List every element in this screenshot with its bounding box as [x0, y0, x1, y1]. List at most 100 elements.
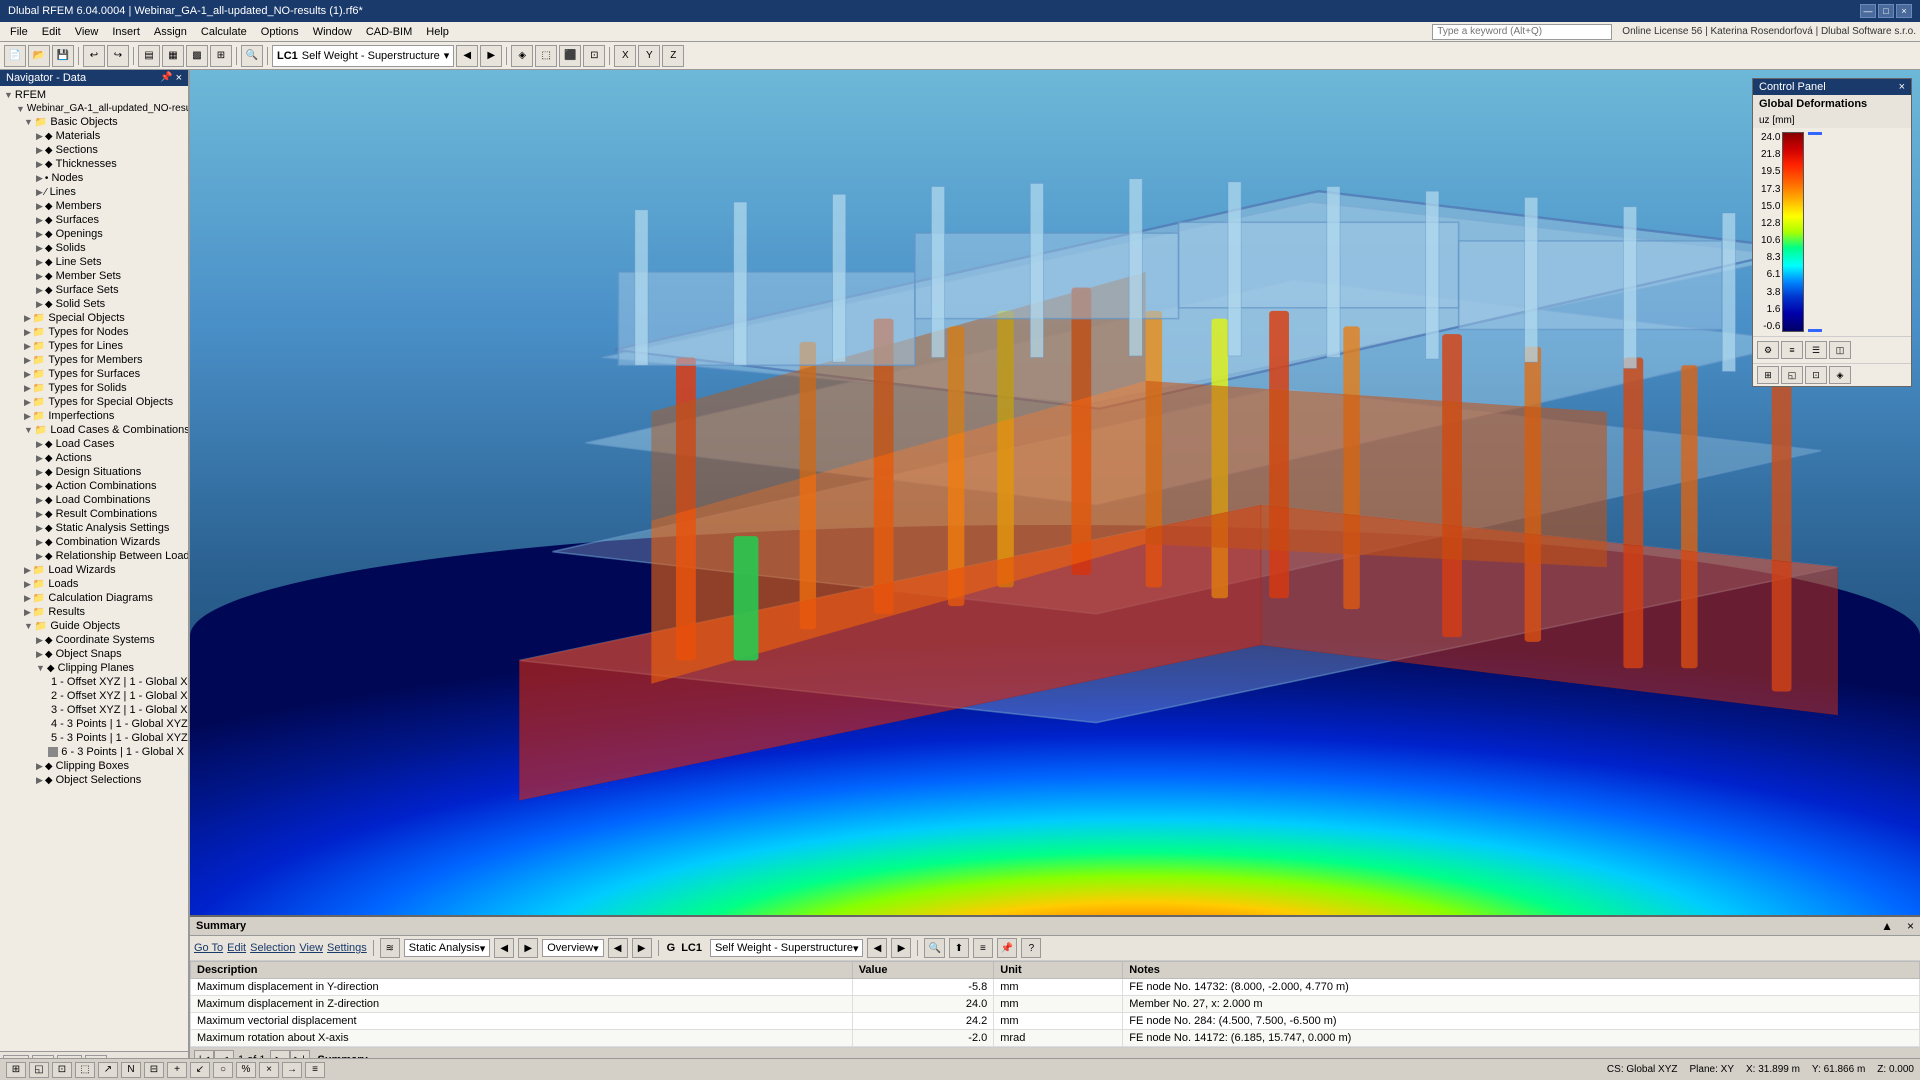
- cp-view-btn[interactable]: ◫: [1829, 341, 1851, 359]
- undo-button[interactable]: ↩: [83, 45, 105, 67]
- sb-btn3[interactable]: ⊡: [52, 1062, 72, 1078]
- sb-btn11[interactable]: %: [236, 1062, 256, 1078]
- sb-btn1[interactable]: ⊞: [6, 1062, 26, 1078]
- menu-calculate[interactable]: Calculate: [195, 25, 253, 39]
- close-button[interactable]: ×: [1896, 4, 1912, 18]
- nav-types-surfaces[interactable]: ▶📁Types for Surfaces: [0, 367, 188, 381]
- nav-surfaces[interactable]: ▶◆Surfaces: [0, 213, 188, 227]
- axis-x[interactable]: X: [614, 45, 636, 67]
- cp-render-btn[interactable]: ◱: [1781, 366, 1803, 384]
- sb-btn12[interactable]: ×: [259, 1062, 279, 1078]
- bp-help-btn[interactable]: ?: [1021, 938, 1041, 958]
- menu-assign[interactable]: Assign: [148, 25, 193, 39]
- render-btn-4[interactable]: ⊡: [583, 45, 605, 67]
- nav-arrow-project[interactable]: ▼: [16, 104, 25, 114]
- bp-lc-prev[interactable]: ◀: [867, 938, 887, 958]
- nav-sections[interactable]: ▶◆Sections: [0, 143, 188, 157]
- nav-close[interactable]: ×: [176, 72, 182, 84]
- nav-project[interactable]: ▼ Webinar_GA-1_all-updated_NO-resul: [0, 102, 188, 115]
- nav-load-cases[interactable]: ▶◆Load Cases: [0, 437, 188, 451]
- nav-clip-1[interactable]: 1 - Offset XYZ | 1 - Global X: [0, 675, 188, 689]
- cp-list-btn[interactable]: ☰: [1805, 341, 1827, 359]
- render-btn-3[interactable]: ⬛: [559, 45, 581, 67]
- nav-special-objects[interactable]: ▶📁Special Objects: [0, 311, 188, 325]
- nav-clip-6[interactable]: 6 - 3 Points | 1 - Global X: [0, 745, 188, 759]
- bp-next[interactable]: ▶: [518, 938, 538, 958]
- axis-z[interactable]: Z: [662, 45, 684, 67]
- menu-help[interactable]: Help: [420, 25, 455, 39]
- keyword-search[interactable]: [1432, 24, 1612, 40]
- cp-color-btn[interactable]: ⊡: [1805, 366, 1827, 384]
- goto-btn[interactable]: Go To: [194, 942, 223, 954]
- new-button[interactable]: 📄: [4, 45, 26, 67]
- viewport-3d[interactable]: Control Panel × Global Deformations uz […: [190, 70, 1920, 1080]
- cp-extra-btn[interactable]: ◈: [1829, 366, 1851, 384]
- nav-types-members[interactable]: ▶📁Types for Members: [0, 353, 188, 367]
- nav-clip-4[interactable]: 4 - 3 Points | 1 - Global XYZ: [0, 717, 188, 731]
- nav-surface-sets[interactable]: ▶◆Surface Sets: [0, 283, 188, 297]
- nav-members[interactable]: ▶◆Members: [0, 199, 188, 213]
- analysis-type-icon[interactable]: ≋: [380, 938, 400, 958]
- nav-object-selections[interactable]: ▶◆Object Selections: [0, 773, 188, 787]
- cp-filter-btn[interactable]: ≡: [1781, 341, 1803, 359]
- redo-button[interactable]: ↪: [107, 45, 129, 67]
- nav-arrow-rfem[interactable]: ▼: [4, 90, 13, 100]
- nav-imperfections[interactable]: ▶📁Imperfections: [0, 409, 188, 423]
- nav-solids[interactable]: ▶◆Solids: [0, 241, 188, 255]
- menu-edit[interactable]: Edit: [36, 25, 67, 39]
- sb-btn2[interactable]: ◱: [29, 1062, 49, 1078]
- maximize-button[interactable]: □: [1878, 4, 1894, 18]
- nav-rfem[interactable]: ▼ RFEM: [0, 88, 188, 102]
- nav-static-settings[interactable]: ▶◆Static Analysis Settings: [0, 521, 188, 535]
- nav-clip-3[interactable]: 3 - Offset XYZ | 1 - Global X: [0, 703, 188, 717]
- nav-lines[interactable]: ▶∕Lines: [0, 185, 188, 199]
- nav-guide-objects[interactable]: ▼📁Guide Objects: [0, 619, 188, 633]
- nav-actions[interactable]: ▶◆Actions: [0, 451, 188, 465]
- prev-lc[interactable]: ◀: [456, 45, 478, 67]
- nav-nodes[interactable]: ▶•Nodes: [0, 171, 188, 185]
- nav-load-wizards[interactable]: ▶📁Load Wizards: [0, 563, 188, 577]
- sb-btn9[interactable]: ↙: [190, 1062, 210, 1078]
- analysis-dropdown[interactable]: Static Analysis ▾: [404, 939, 490, 957]
- bp-overview-next[interactable]: ▶: [632, 938, 652, 958]
- nav-openings[interactable]: ▶◆Openings: [0, 227, 188, 241]
- cp-close[interactable]: ×: [1899, 81, 1905, 93]
- bp-search-btn[interactable]: 🔍: [924, 938, 944, 958]
- nav-basic-objects[interactable]: ▼ 📁 Basic Objects: [0, 115, 188, 129]
- sb-btn6[interactable]: N: [121, 1062, 141, 1078]
- edit-btn[interactable]: Edit: [227, 942, 246, 954]
- nav-calc-diagrams[interactable]: ▶📁Calculation Diagrams: [0, 591, 188, 605]
- bp-expand[interactable]: ▲: [1881, 919, 1893, 933]
- menu-insert[interactable]: Insert: [106, 25, 146, 39]
- nav-relationship-loads[interactable]: ▶◆Relationship Between Load C: [0, 549, 188, 563]
- menu-view[interactable]: View: [69, 25, 105, 39]
- sb-btn8[interactable]: +: [167, 1062, 187, 1078]
- sb-btn10[interactable]: ○: [213, 1062, 233, 1078]
- bp-prev[interactable]: ◀: [494, 938, 514, 958]
- bp-options-btn[interactable]: ≡: [973, 938, 993, 958]
- nav-load-cases-comb[interactable]: ▼📁Load Cases & Combinations: [0, 423, 188, 437]
- bp-lc-next[interactable]: ▶: [891, 938, 911, 958]
- menu-file[interactable]: File: [4, 25, 34, 39]
- nav-design-situations[interactable]: ▶◆Design Situations: [0, 465, 188, 479]
- cp-settings-btn[interactable]: ⚙: [1757, 341, 1779, 359]
- sb-btn14[interactable]: ≡: [305, 1062, 325, 1078]
- sb-btn13[interactable]: →: [282, 1062, 302, 1078]
- nav-clip-5[interactable]: 5 - 3 Points | 1 - Global XYZ: [0, 731, 188, 745]
- save-button[interactable]: 💾: [52, 45, 74, 67]
- sb-btn7[interactable]: ⊟: [144, 1062, 164, 1078]
- bp-overview-prev[interactable]: ◀: [608, 938, 628, 958]
- sb-btn4[interactable]: ⬚: [75, 1062, 95, 1078]
- menu-options[interactable]: Options: [255, 25, 305, 39]
- view-btn-3[interactable]: ▩: [186, 45, 208, 67]
- bp-close[interactable]: ×: [1907, 919, 1914, 933]
- minimize-button[interactable]: —: [1860, 4, 1876, 18]
- nav-types-nodes[interactable]: ▶📁Types for Nodes: [0, 325, 188, 339]
- nav-clipping-boxes[interactable]: ▶◆Clipping Boxes: [0, 759, 188, 773]
- next-lc[interactable]: ▶: [480, 45, 502, 67]
- cp-axis-btn[interactable]: ⊞: [1757, 366, 1779, 384]
- overview-dropdown[interactable]: Overview ▾: [542, 939, 603, 957]
- nav-thicknesses[interactable]: ▶◆Thicknesses: [0, 157, 188, 171]
- axis-y[interactable]: Y: [638, 45, 660, 67]
- view-btn-4[interactable]: ⊞: [210, 45, 232, 67]
